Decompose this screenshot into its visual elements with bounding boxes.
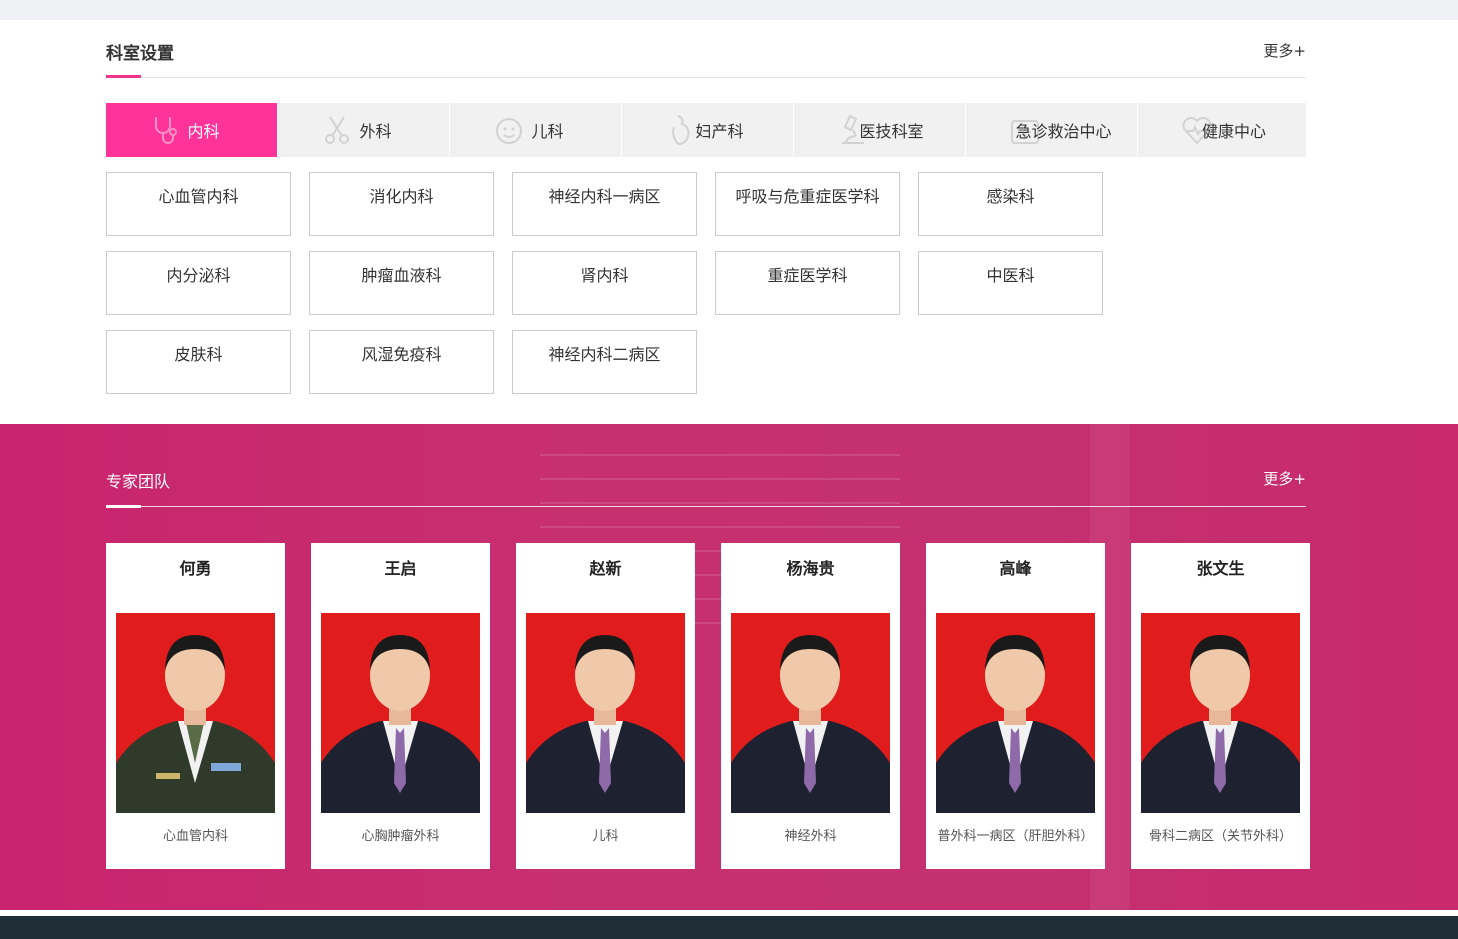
- tab-label: 急诊救治中心: [1015, 122, 1112, 141]
- expert-department: 儿科: [592, 829, 619, 844]
- expert-department: 心血管内科: [162, 829, 228, 844]
- expert-card[interactable]: 高峰普外科一病区（肝胆外科）: [926, 543, 1105, 869]
- tab-4[interactable]: 医技科室: [794, 103, 966, 157]
- department-item[interactable]: 神经内科一病区: [512, 172, 697, 236]
- department-section: 科室设置 更多+ 内科 外科 儿科 妇产科 医技科室 急诊救治中心 健康中心 心血管内科 消化…: [0, 20, 1458, 424]
- team-title: 专家团队: [106, 472, 171, 491]
- expert-photo: [526, 613, 685, 813]
- expert-photo: [731, 613, 890, 813]
- expert-photo: [936, 613, 1095, 813]
- expert-name: 王启: [384, 559, 417, 578]
- department-item[interactable]: 呼吸与危重症医学科: [715, 172, 900, 236]
- expert-card[interactable]: 赵新 儿科: [516, 543, 695, 869]
- tab-5[interactable]: 急诊救治中心: [966, 103, 1138, 157]
- department-title: 科室设置: [106, 44, 174, 64]
- tab-3[interactable]: 妇产科: [622, 103, 794, 157]
- title-underline: [106, 505, 141, 508]
- expert-card[interactable]: 张文生骨科二病区（关节外科）: [1131, 543, 1310, 869]
- department-item[interactable]: 肿瘤血液科: [309, 251, 494, 315]
- department-item[interactable]: 重症医学科: [715, 251, 900, 315]
- expert-department: 心胸肿瘤外科: [361, 829, 440, 844]
- department-item[interactable]: 风湿免疫科: [309, 330, 494, 394]
- expert-photo: [1141, 613, 1300, 813]
- scissors-icon: [325, 116, 349, 144]
- department-item[interactable]: 内分泌科: [106, 251, 291, 315]
- department-item[interactable]: 神经内科二病区: [512, 330, 697, 394]
- department-item[interactable]: 感染科: [918, 172, 1103, 236]
- expert-photo: [116, 613, 275, 813]
- portrait-photo: [321, 613, 480, 813]
- portrait-photo: [936, 613, 1095, 813]
- department-item[interactable]: 中医科: [918, 251, 1103, 315]
- expert-photo: [321, 613, 480, 813]
- department-item[interactable]: 消化内科: [309, 172, 494, 236]
- expert-department: 神经外科: [784, 829, 837, 844]
- child-face-icon: [496, 118, 522, 144]
- expert-card[interactable]: 何勇 心血管内科: [106, 543, 285, 869]
- tab-label: 儿科: [531, 122, 564, 141]
- footer-bar: [0, 916, 1458, 939]
- top-strip: [0, 0, 1458, 20]
- tab-2[interactable]: 儿科: [450, 103, 622, 157]
- department-grid: 心血管内科 消化内科 神经内科一病区 呼吸与危重症医学科 感染科内分泌科 肿瘤血液科 肾内科…: [106, 172, 1316, 409]
- expert-name: 张文生: [1196, 559, 1245, 578]
- expert-cards: 何勇 心血管内科 王启 心胸肿瘤外科 赵新 儿科 杨海贵 神经外科 高峰 普外科一病区（肝胆外科）…: [106, 543, 1310, 869]
- expert-department: 普外科一病区（肝胆外科）: [937, 829, 1094, 844]
- portrait-photo: [731, 613, 890, 813]
- tab-0[interactable]: 内科: [106, 103, 278, 157]
- portrait-photo: [1141, 613, 1300, 813]
- expert-card[interactable]: 王启 心胸肿瘤外科: [311, 543, 490, 869]
- tab-6[interactable]: 健康中心: [1138, 103, 1306, 157]
- department-item[interactable]: 心血管内科: [106, 172, 291, 236]
- stethoscope-icon: [155, 117, 177, 144]
- tab-label: 医技科室: [859, 122, 924, 141]
- expert-team-section: 专家团队 更多+ 何勇 心血管内科 王启 心胸肿瘤外科 赵新 儿科 杨海贵 神经外科 高峰 普外科…: [0, 424, 1458, 910]
- portrait-photo: [116, 613, 275, 813]
- department-more-link[interactable]: 更多+: [1263, 40, 1306, 61]
- portrait-photo: [526, 613, 685, 813]
- department-header: 科室设置 更多+: [106, 20, 1306, 78]
- footer: [0, 910, 1458, 939]
- team-header: 专家团队 更多+: [106, 448, 1306, 508]
- title-underline: [106, 75, 141, 78]
- team-more-link[interactable]: 更多+: [1263, 468, 1306, 489]
- tab-label: 内科: [187, 122, 220, 141]
- expert-department: 骨科二病区（关节外科）: [1148, 829, 1292, 844]
- tab-label: 健康中心: [1201, 122, 1266, 141]
- department-item[interactable]: 皮肤科: [106, 330, 291, 394]
- department-item[interactable]: 肾内科: [512, 251, 697, 315]
- expert-name: 杨海贵: [786, 559, 835, 578]
- department-tabs: 内科 外科 儿科 妇产科 医技科室 急诊救治中心 健康中心: [106, 103, 1306, 157]
- tab-1[interactable]: 外科: [278, 103, 450, 157]
- expert-name: 何勇: [179, 559, 212, 578]
- expert-name: 高峰: [999, 559, 1032, 578]
- pregnant-icon: [672, 115, 690, 145]
- expert-name: 赵新: [589, 559, 622, 578]
- expert-card[interactable]: 杨海贵 神经外科: [721, 543, 900, 869]
- tab-label: 外科: [359, 122, 392, 141]
- tab-label: 妇产科: [695, 122, 744, 141]
